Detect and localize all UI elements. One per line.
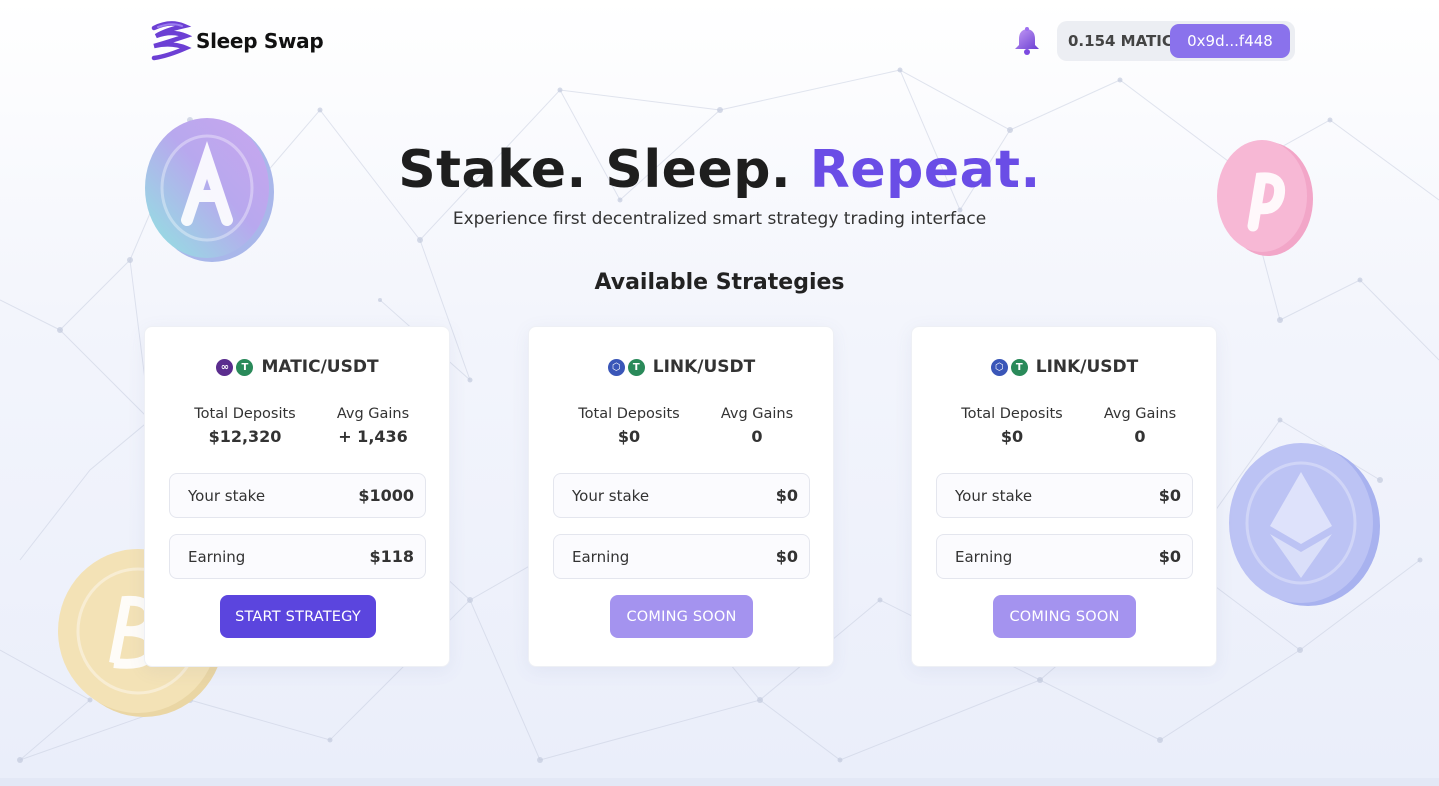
matic-token-icon: ∞ bbox=[215, 357, 235, 377]
total-deposits-value: $12,320 bbox=[208, 427, 282, 446]
hero-title: Stake. Sleep. Repeat. bbox=[0, 140, 1439, 200]
link-token-icon: ⬡ bbox=[989, 357, 1009, 377]
avg-gains-stat: Avg Gains 0 bbox=[709, 406, 805, 446]
earning-value: $0 bbox=[1158, 547, 1181, 566]
strategy-card-link-usdt-1: ⬡ T LINK/USDT Total Deposits $0 Avg Gain… bbox=[528, 326, 834, 667]
section-title: Available Strategies bbox=[594, 270, 845, 295]
usdt-token-icon: T bbox=[1009, 357, 1029, 377]
earning-value: $0 bbox=[775, 547, 798, 566]
earning-label: Earning bbox=[188, 547, 246, 566]
your-stake-label: Your stake bbox=[188, 486, 266, 505]
earning-row: Earning $0 bbox=[553, 534, 810, 579]
your-stake-value: $1000 bbox=[358, 486, 414, 505]
total-deposits-label: Total Deposits bbox=[578, 406, 680, 422]
hero-title-part1: Stake. Sleep. bbox=[398, 140, 810, 200]
avg-gains-label: Avg Gains bbox=[336, 406, 410, 422]
hero-subtitle: Experience first decentralized smart str… bbox=[452, 209, 987, 229]
avg-gains-value: + 1,436 bbox=[338, 427, 408, 446]
ethereum-coin-icon bbox=[1229, 443, 1380, 606]
avg-gains-stat: Avg Gains 0 bbox=[1092, 406, 1188, 446]
earning-label: Earning bbox=[955, 547, 1013, 566]
usdt-token-icon: T bbox=[626, 357, 646, 377]
total-deposits-stat: Total Deposits $12,320 bbox=[185, 406, 305, 446]
strategy-pair: ∞ T MATIC/USDT bbox=[145, 357, 449, 377]
notification-bell-icon[interactable] bbox=[1012, 26, 1042, 56]
total-deposits-label: Total Deposits bbox=[961, 406, 1063, 422]
strategy-card-link-usdt-2: ⬡ T LINK/USDT Total Deposits $0 Avg Gain… bbox=[911, 326, 1217, 667]
total-deposits-label: Total Deposits bbox=[194, 406, 296, 422]
avg-gains-value: 0 bbox=[751, 427, 763, 446]
your-stake-value: $0 bbox=[1158, 486, 1181, 505]
hero-title-accent: Repeat. bbox=[809, 140, 1041, 200]
total-deposits-value: $0 bbox=[1000, 427, 1024, 446]
brand-logo[interactable]: Sleep Swap bbox=[146, 18, 324, 64]
strategy-pair-name: LINK/USDT bbox=[652, 357, 756, 377]
avg-gains-stat: Avg Gains + 1,436 bbox=[325, 406, 421, 446]
strategy-pair: ⬡ T LINK/USDT bbox=[912, 357, 1216, 377]
earning-row: Earning $0 bbox=[936, 534, 1193, 579]
your-stake-value: $0 bbox=[775, 486, 798, 505]
top-header: Sleep Swap 0.154 MATIC 0x9d...f448 bbox=[0, 0, 1439, 82]
earning-row: Earning $118 bbox=[169, 534, 426, 579]
coming-soon-button[interactable]: COMING SOON bbox=[610, 595, 753, 638]
strategy-card-matic-usdt: ∞ T MATIC/USDT Total Deposits $12,320 Av… bbox=[144, 326, 450, 667]
wallet-balance: 0.154 MATIC bbox=[1068, 32, 1173, 50]
your-stake-row: Your stake $1000 bbox=[169, 473, 426, 518]
your-stake-row: Your stake $0 bbox=[553, 473, 810, 518]
wallet-address-button[interactable]: 0x9d...f448 bbox=[1170, 24, 1290, 58]
total-deposits-stat: Total Deposits $0 bbox=[569, 406, 689, 446]
strategy-pair: ⬡ T LINK/USDT bbox=[529, 357, 833, 377]
coming-soon-button[interactable]: COMING SOON bbox=[993, 595, 1136, 638]
brand-name: Sleep Swap bbox=[196, 29, 324, 53]
total-deposits-stat: Total Deposits $0 bbox=[952, 406, 1072, 446]
your-stake-label: Your stake bbox=[572, 486, 650, 505]
your-stake-row: Your stake $0 bbox=[936, 473, 1193, 518]
start-strategy-button[interactable]: START STRATEGY bbox=[220, 595, 376, 638]
avg-gains-label: Avg Gains bbox=[1103, 406, 1177, 422]
avg-gains-value: 0 bbox=[1134, 427, 1146, 446]
earning-value: $118 bbox=[369, 547, 414, 566]
total-deposits-value: $0 bbox=[617, 427, 641, 446]
sleep-swap-logo-icon bbox=[151, 21, 192, 61]
usdt-token-icon: T bbox=[235, 357, 255, 377]
link-token-icon: ⬡ bbox=[606, 357, 626, 377]
avg-gains-label: Avg Gains bbox=[720, 406, 794, 422]
wallet-widget: 0.154 MATIC 0x9d...f448 bbox=[1057, 21, 1295, 61]
strategy-pair-name: LINK/USDT bbox=[1035, 357, 1139, 377]
bottom-strip bbox=[0, 778, 1439, 786]
earning-label: Earning bbox=[572, 547, 630, 566]
your-stake-label: Your stake bbox=[955, 486, 1033, 505]
strategy-pair-name: MATIC/USDT bbox=[261, 357, 379, 377]
